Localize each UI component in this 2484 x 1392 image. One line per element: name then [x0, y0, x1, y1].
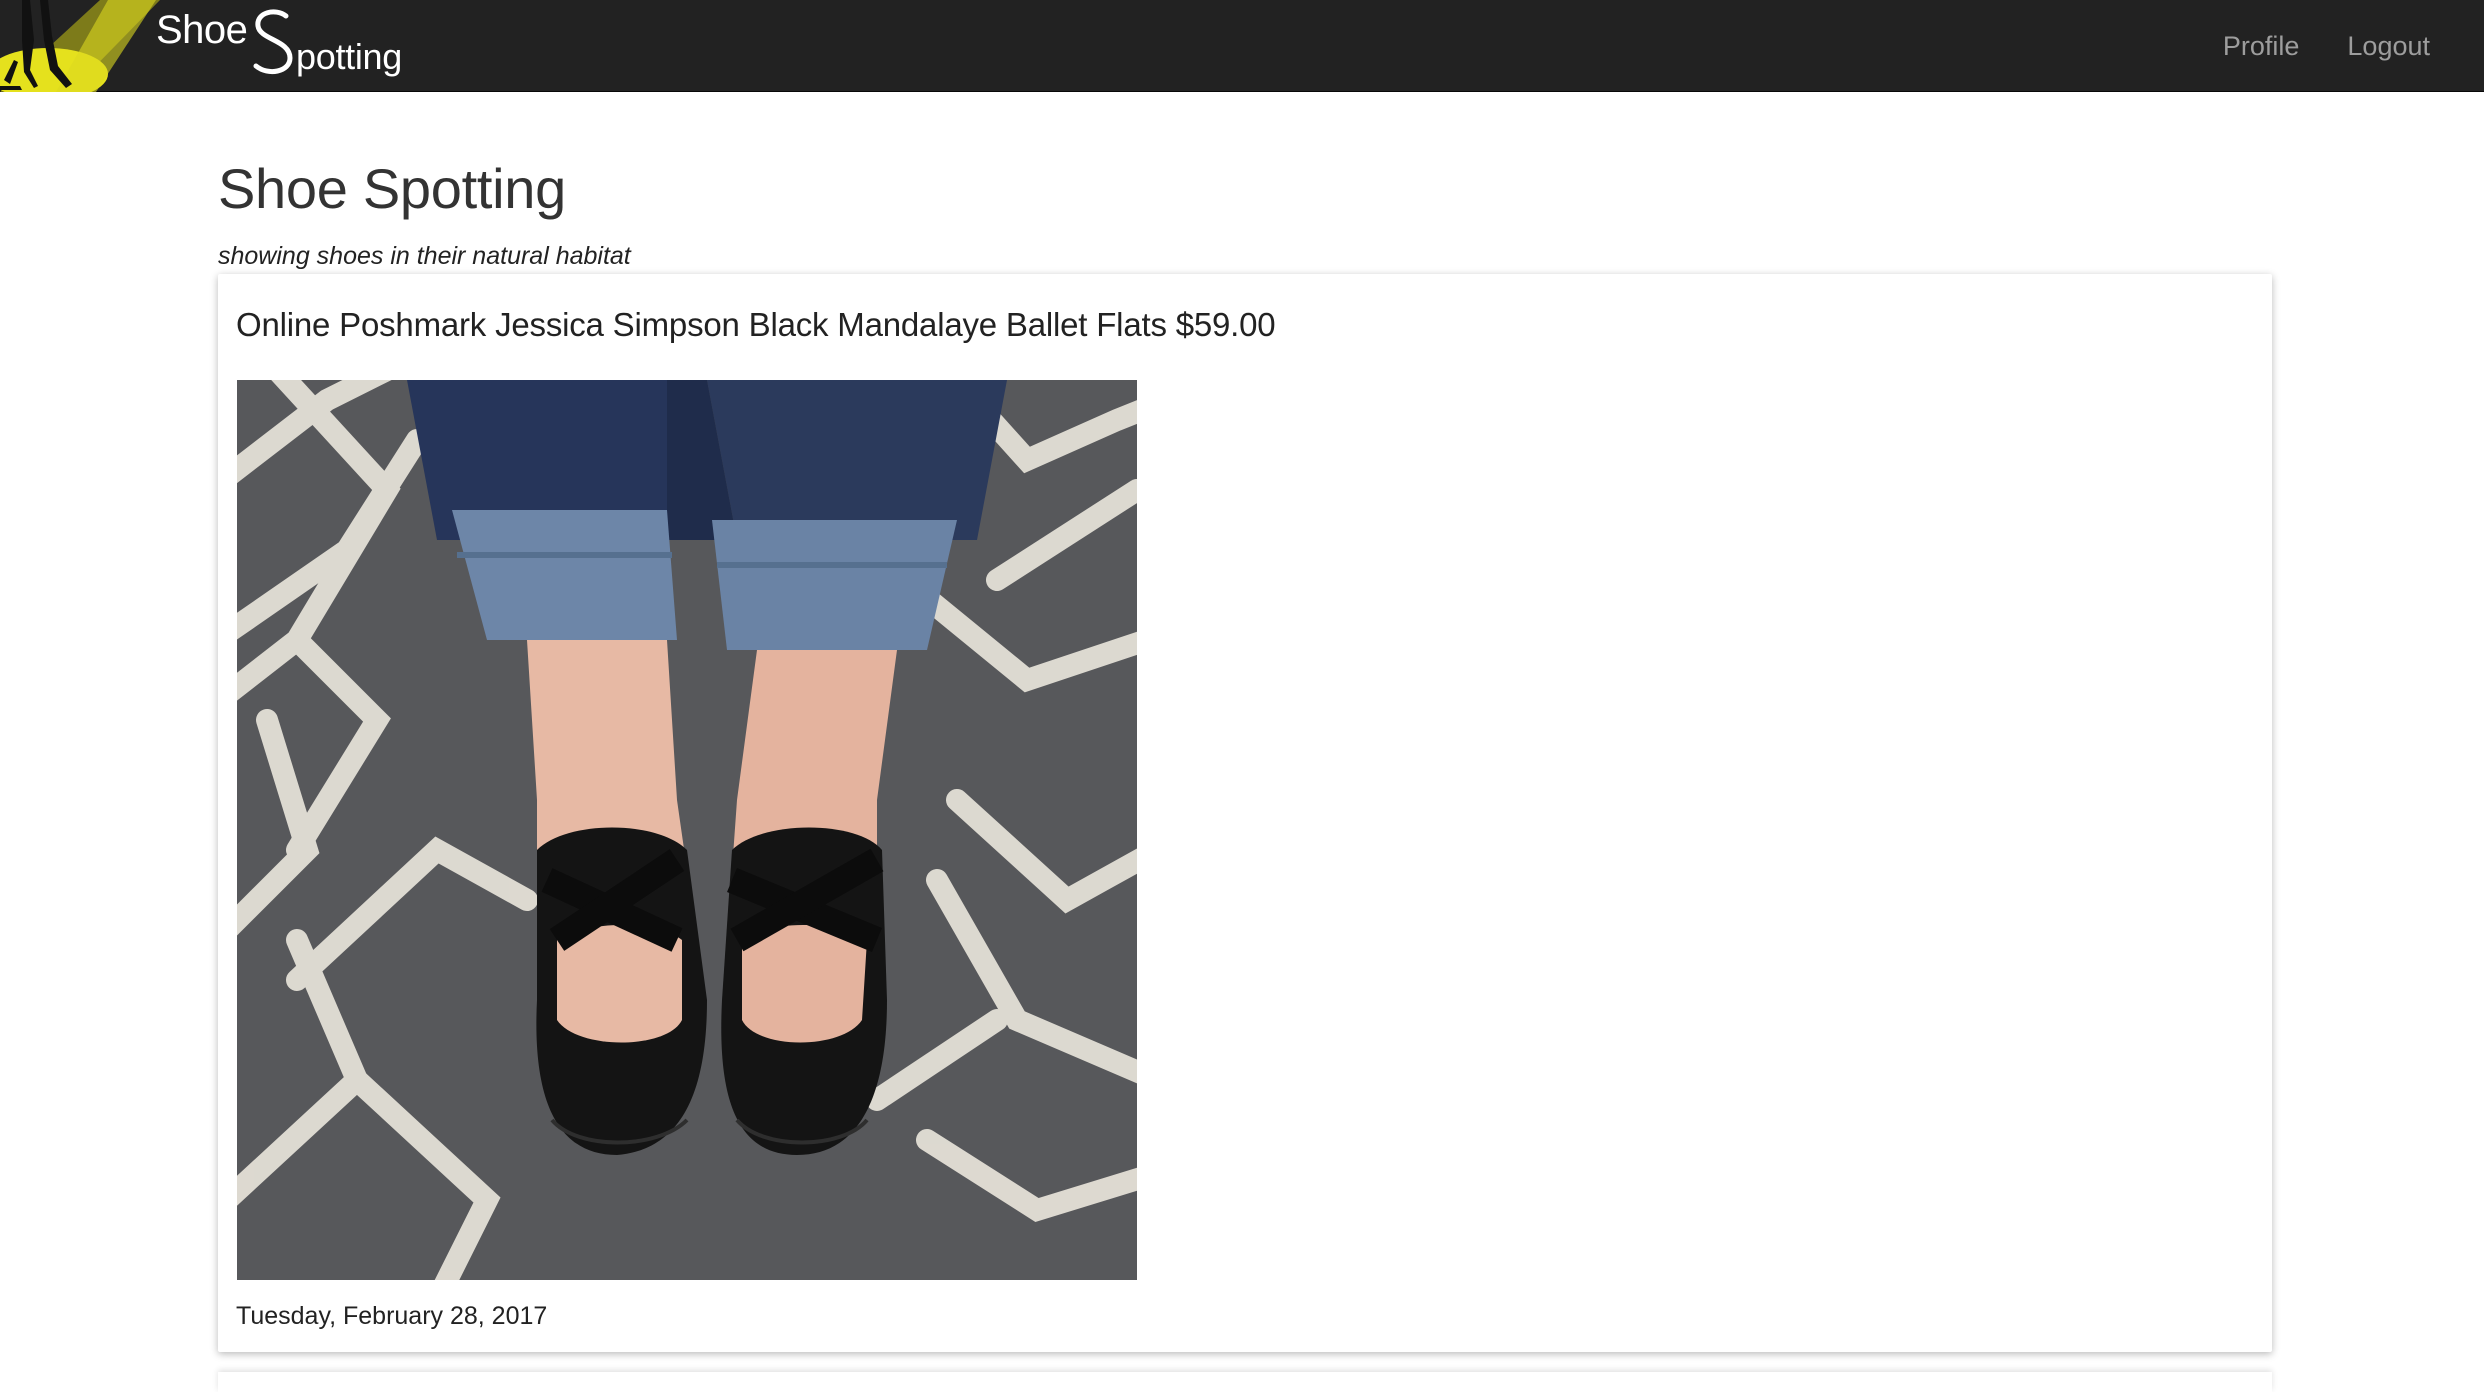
brand-home-link[interactable]: Shoe potting	[0, 0, 420, 92]
top-navbar: Shoe potting Profile Logout	[0, 0, 2484, 92]
stylized-s-icon	[253, 9, 293, 75]
post-photo	[237, 380, 1137, 1280]
post-date: Tuesday, February 28, 2017	[236, 1302, 548, 1330]
page-title: Shoe Spotting	[218, 157, 566, 220]
nav-links: Profile Logout	[2199, 0, 2454, 92]
brand-word-potting: potting	[296, 36, 402, 77]
post-title: Online Poshmark Jessica Simpson Black Ma…	[236, 306, 1276, 343]
brand-word-shoe: Shoe	[156, 8, 248, 52]
nav-link-logout[interactable]: Logout	[2323, 0, 2454, 92]
post-card: Online Poshmark Jessica Simpson Black Ma…	[218, 274, 2272, 1352]
nav-link-profile[interactable]: Profile	[2199, 0, 2324, 92]
page-subtitle: showing shoes in their natural habitat	[218, 242, 631, 270]
spotlight-silhouette-logo-icon	[0, 0, 160, 92]
next-post-card-edge	[218, 1372, 2272, 1392]
